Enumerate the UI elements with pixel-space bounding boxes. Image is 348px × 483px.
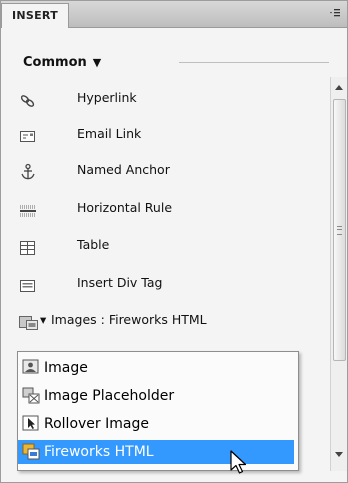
scroll-thumb[interactable]: [333, 99, 346, 361]
panel-menu-icon[interactable]: [329, 8, 341, 21]
item-label: Horizontal Rule: [77, 200, 173, 215]
images-dropdown-arrow[interactable]: ▾: [40, 305, 46, 335]
image-icon: [22, 359, 40, 376]
insert-horizontal-rule[interactable]: Horizontal Rule: [9, 193, 329, 223]
div-tag-icon: [19, 275, 37, 292]
item-label: Images : Fireworks HTML: [51, 312, 207, 327]
grip-icon: [337, 226, 342, 235]
divider: [179, 62, 329, 63]
menu-item-image-placeholder[interactable]: Image Placeholder: [18, 384, 294, 408]
hyperlink-icon: [19, 90, 37, 107]
scroll-down-arrow-icon[interactable]: [335, 452, 343, 457]
category-dropdown[interactable]: Common ▼: [23, 53, 101, 73]
rollover-image-icon: [22, 415, 40, 432]
images-dropdown-menu: Image Image Placeholder Rollover Image F…: [17, 351, 299, 471]
named-anchor-icon: [19, 162, 37, 180]
mouse-cursor-icon: [229, 450, 251, 478]
insert-table[interactable]: Table: [9, 230, 329, 260]
tab-insert[interactable]: INSERT: [1, 3, 70, 28]
horizontal-rule-icon: [19, 200, 37, 217]
insert-named-anchor[interactable]: Named Anchor: [9, 155, 329, 185]
panel-header: INSERT: [1, 1, 347, 28]
chevron-down-icon: ▼: [92, 56, 102, 69]
menu-item-label: Fireworks HTML: [44, 444, 154, 460]
menu-item-label: Rollover Image: [44, 416, 149, 432]
image-placeholder-icon: [22, 387, 40, 404]
table-icon: [19, 237, 37, 255]
item-label: Named Anchor: [77, 162, 170, 177]
scroll-up-arrow-icon[interactable]: [335, 85, 343, 90]
email-link-icon: [19, 126, 37, 142]
item-label: Insert Div Tag: [77, 275, 163, 290]
item-label: Hyperlink: [77, 90, 137, 105]
vertical-scrollbar[interactable]: [330, 77, 347, 471]
insert-panel: INSERT Common ▼ Hyperlink Email Link Nam…: [0, 0, 348, 483]
menu-item-label: Image: [44, 360, 88, 376]
insert-hyperlink[interactable]: Hyperlink: [9, 83, 329, 113]
fireworks-html-icon: [22, 443, 40, 460]
menu-item-rollover-image[interactable]: Rollover Image: [18, 412, 294, 436]
item-label: Email Link: [77, 126, 142, 141]
insert-images-menu[interactable]: ▾ Images : Fireworks HTML: [9, 305, 329, 335]
menu-item-image[interactable]: Image: [18, 356, 294, 380]
insert-email-link[interactable]: Email Link: [9, 119, 329, 149]
menu-item-label: Image Placeholder: [44, 388, 175, 404]
menu-item-fireworks-html[interactable]: Fireworks HTML: [18, 440, 294, 464]
fireworks-html-icon: [19, 312, 38, 330]
insert-div-tag[interactable]: Insert Div Tag: [9, 268, 329, 298]
category-label: Common: [23, 55, 87, 70]
item-label: Table: [77, 237, 110, 252]
